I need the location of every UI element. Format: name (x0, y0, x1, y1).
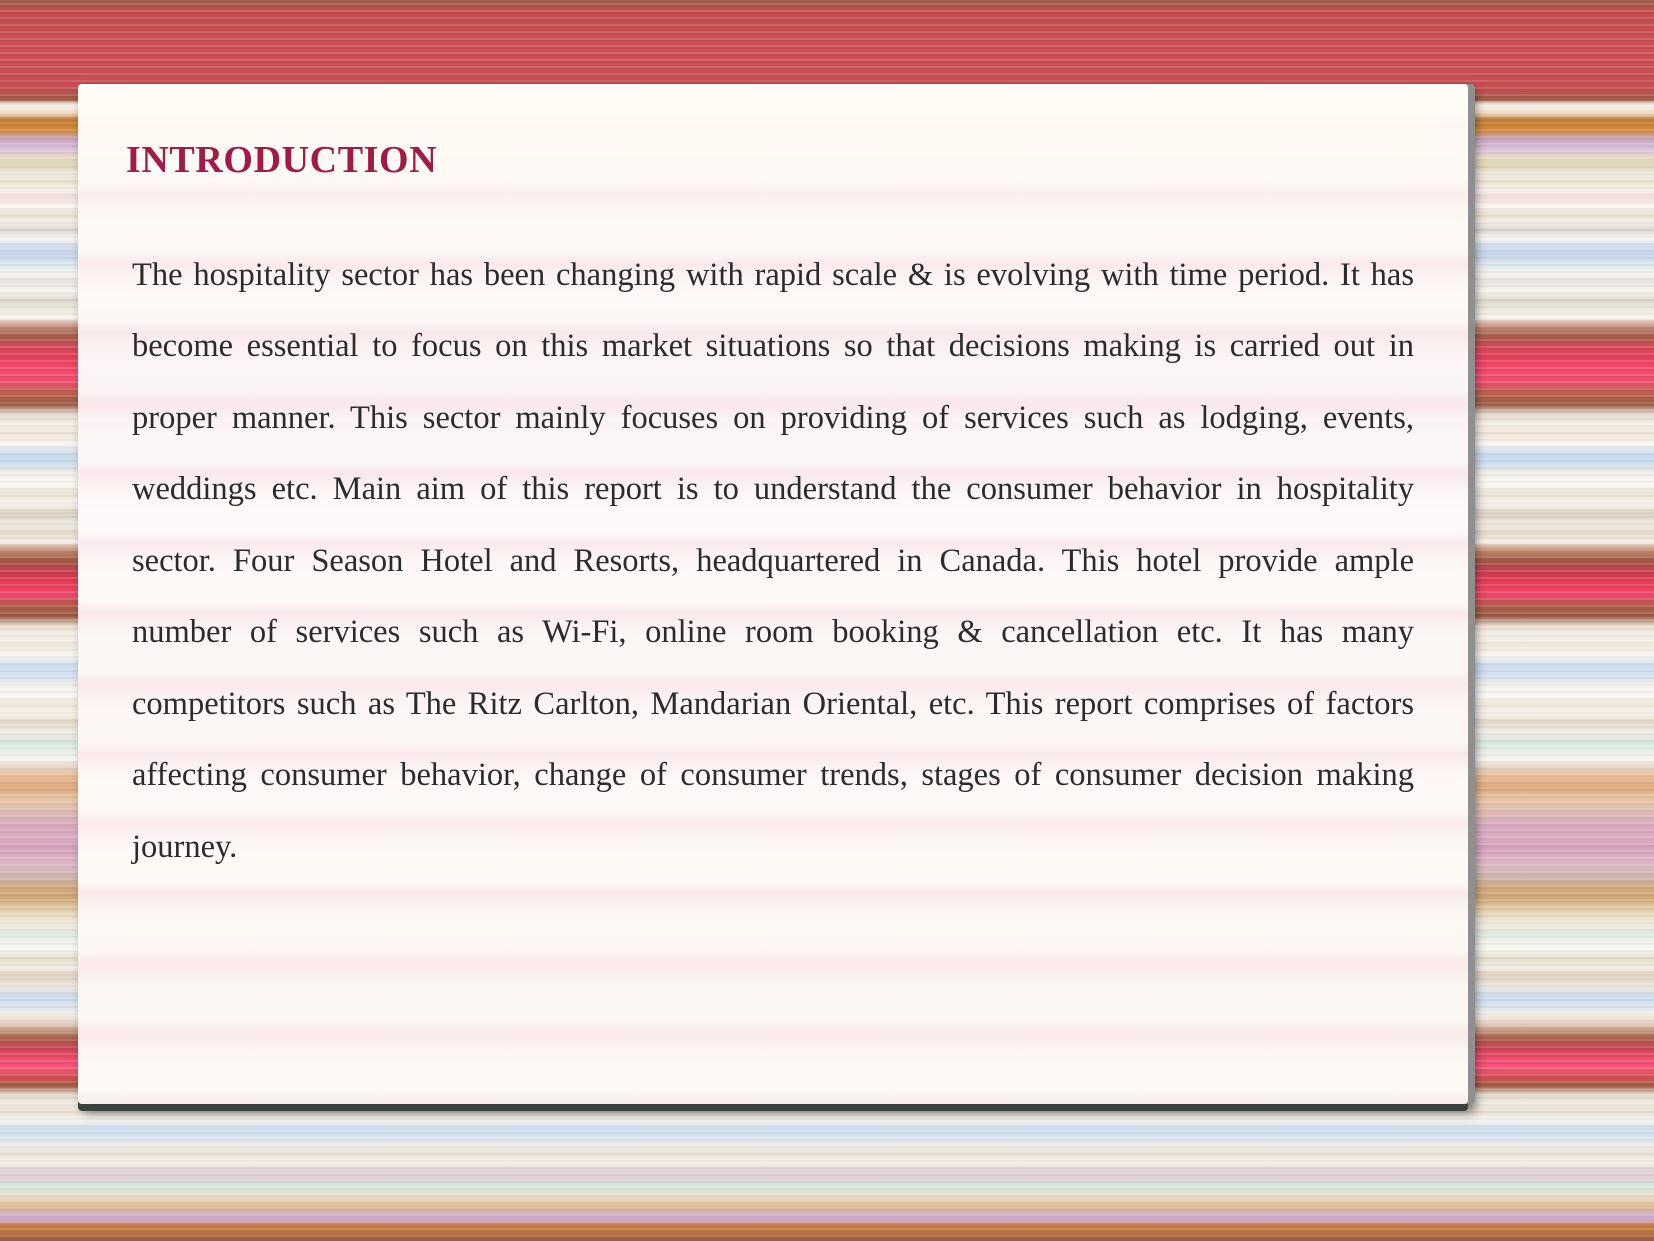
content-card: INTRODUCTION The hospitality sector has … (78, 84, 1468, 1104)
card-inner: INTRODUCTION The hospitality sector has … (78, 84, 1468, 1104)
slide: INTRODUCTION The hospitality sector has … (0, 0, 1654, 1241)
body-paragraph: The hospitality sector has been changing… (132, 256, 1414, 865)
body-block: The hospitality sector has been changing… (126, 240, 1416, 884)
page-title: INTRODUCTION (126, 139, 438, 181)
